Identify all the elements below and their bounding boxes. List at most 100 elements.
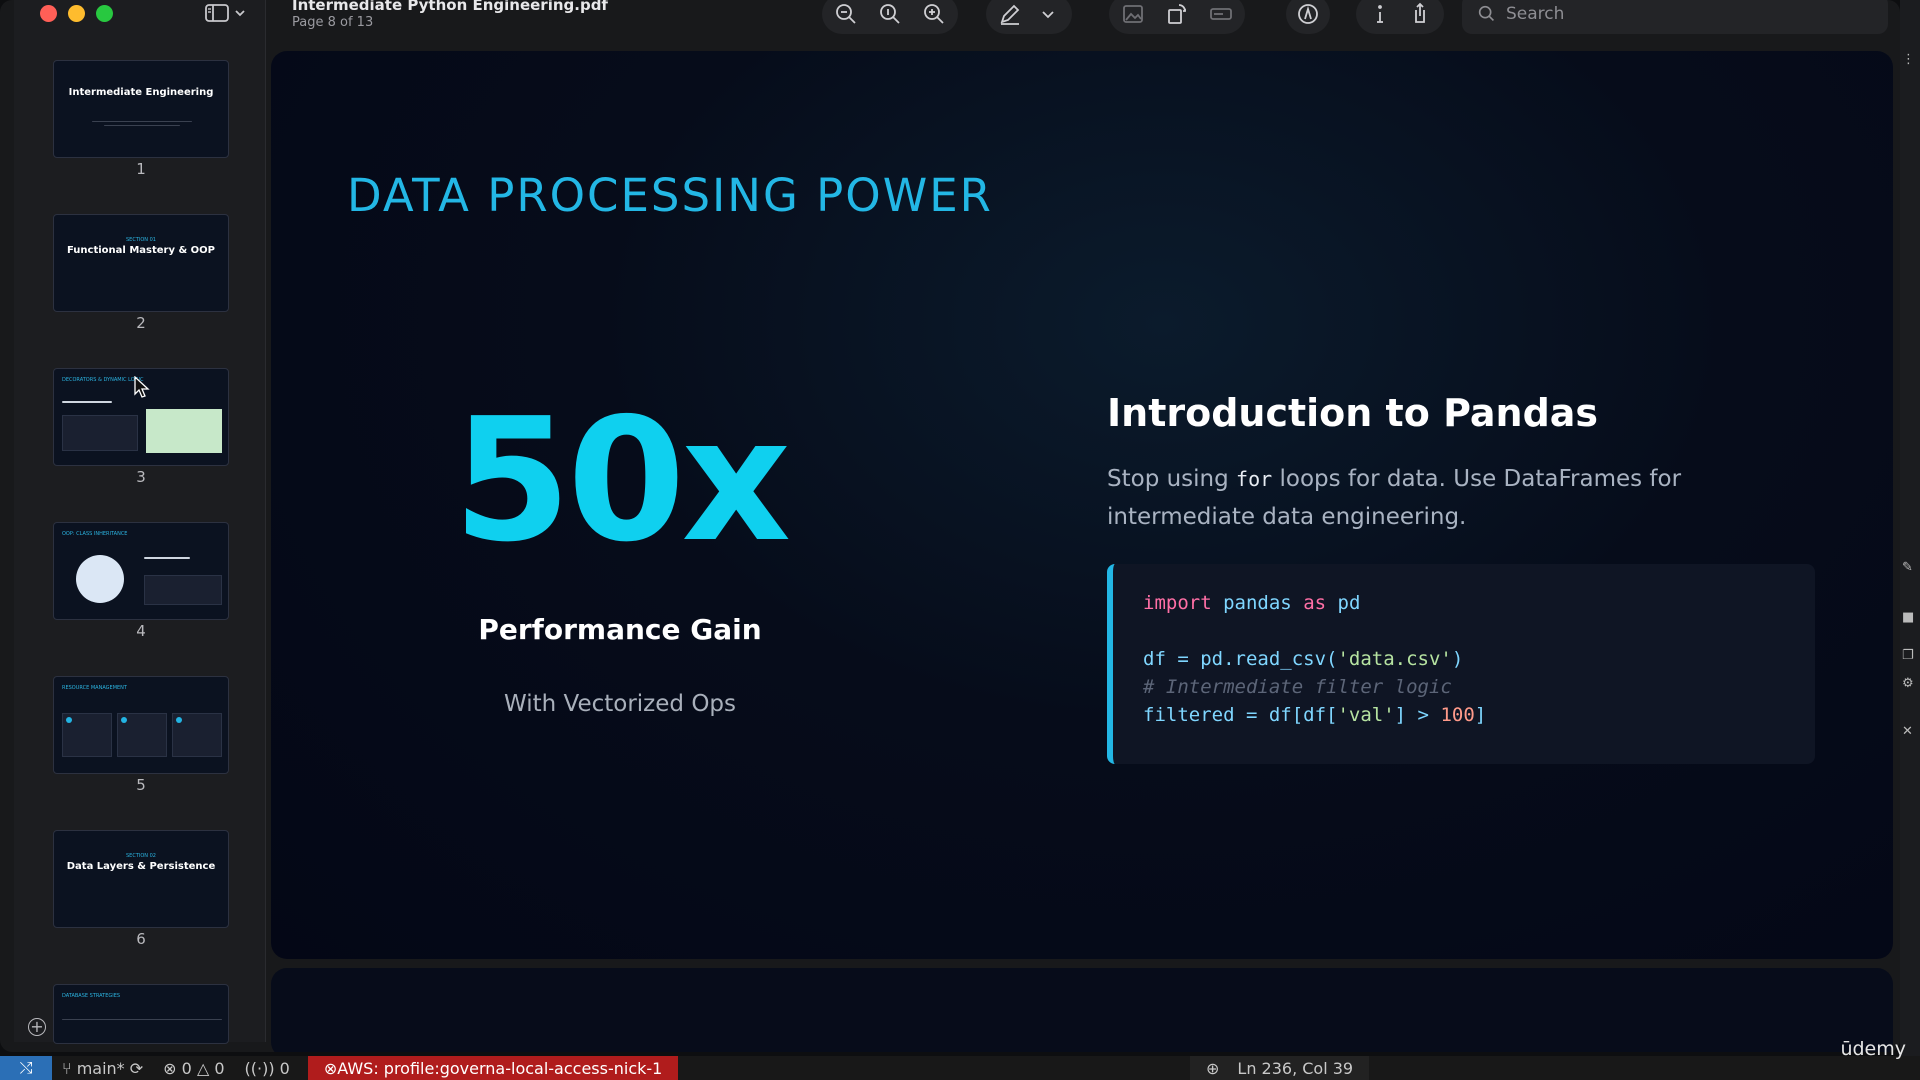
error-icon: ⊗ bbox=[163, 1058, 182, 1078]
thumbnail-section-label: DECORATORS & DYNAMIC LOGIC bbox=[62, 377, 144, 383]
thumbnail-text-line bbox=[92, 121, 192, 122]
info-button[interactable] bbox=[1364, 0, 1396, 30]
close-icon[interactable]: ✕ bbox=[1902, 724, 1916, 739]
thumbnail-code-box bbox=[62, 415, 138, 451]
code-token: ] bbox=[1474, 704, 1487, 726]
code-token: pd bbox=[1337, 592, 1361, 614]
thumbnail-page-1[interactable]: Intermediate Engineering bbox=[53, 60, 229, 158]
info-icon bbox=[1377, 5, 1383, 23]
zoom-controls bbox=[822, 0, 958, 34]
rotate-button[interactable] bbox=[1161, 0, 1193, 30]
git-branch[interactable]: ⑂ main* ⟳ bbox=[52, 1059, 153, 1078]
thumbnail-dot bbox=[66, 717, 72, 723]
thumbnail-code-box bbox=[144, 575, 222, 605]
remote-indicator[interactable]: ⤭ bbox=[0, 1056, 52, 1080]
code-token: ] > bbox=[1394, 704, 1441, 726]
window-controls bbox=[40, 5, 113, 22]
page-number: 5 bbox=[136, 776, 146, 794]
close-window-button[interactable] bbox=[40, 5, 57, 22]
remote-icon: ⤭ bbox=[19, 1058, 33, 1077]
thumbnail-diagram bbox=[76, 555, 124, 603]
cursor-position[interactable]: Ln 236, Col 39 bbox=[1237, 1059, 1353, 1078]
warning-icon: △ bbox=[196, 1058, 215, 1078]
code-token: df = pd.read_csv( bbox=[1143, 648, 1338, 670]
slide-heading: DATA PROCESSING POWER bbox=[347, 169, 993, 222]
branch-name: main* bbox=[76, 1058, 125, 1078]
thumbnail-text-line bbox=[62, 401, 112, 403]
chevron-down-icon bbox=[1042, 11, 1054, 19]
status-bar: ⤭ ⑂ main* ⟳ ⊗ 0 △ 0 ((·)) 0 ⊗ AWS: profi… bbox=[0, 1038, 1920, 1080]
branch-icon: ⑂ bbox=[62, 1058, 77, 1078]
settings-icon[interactable]: ⚙ bbox=[1902, 676, 1916, 691]
thumbnail-title: Intermediate Engineering bbox=[68, 87, 214, 98]
square-icon[interactable]: ■ bbox=[1902, 610, 1916, 625]
minimize-window-button[interactable] bbox=[68, 5, 85, 22]
zoom-out-button[interactable] bbox=[830, 0, 862, 30]
markup-menu-button[interactable] bbox=[1032, 0, 1064, 30]
annotate-button[interactable] bbox=[1292, 0, 1324, 30]
page-number: 3 bbox=[136, 468, 146, 486]
highlight-button[interactable] bbox=[994, 0, 1026, 30]
form-fill-button[interactable] bbox=[1205, 0, 1237, 30]
code-comment: # Intermediate filter logic bbox=[1143, 676, 1452, 698]
copy-icon[interactable]: ❐ bbox=[1902, 648, 1916, 663]
rotate-icon bbox=[1168, 4, 1186, 24]
actual-size-icon bbox=[880, 4, 900, 24]
share-icon bbox=[1415, 2, 1425, 23]
annotate-controls bbox=[1286, 0, 1330, 34]
code-block: import pandas as pd df = pd.read_csv('da… bbox=[1107, 564, 1815, 764]
sidebar-icon bbox=[205, 4, 229, 22]
warning-count: 0 bbox=[214, 1058, 225, 1078]
code-token: 'data.csv' bbox=[1337, 648, 1452, 670]
aws-profile-text: AWS: profile:governa-local-access-nick-1 bbox=[337, 1058, 663, 1078]
problems-indicator[interactable]: ⊗ 0 △ 0 bbox=[153, 1059, 234, 1078]
thumbnail-page-7[interactable]: DATABASE STRATEGIES bbox=[53, 984, 229, 1044]
thumbnail-sidebar: Intermediate Engineering 1 SECTION 01 Fu… bbox=[14, 0, 266, 1044]
pencil-icon bbox=[1000, 4, 1020, 25]
intro-title: Introduction to Pandas bbox=[1107, 391, 1599, 435]
search-input[interactable] bbox=[1506, 4, 1846, 24]
zoom-icon[interactable]: ⊕ bbox=[1206, 1059, 1219, 1078]
code-token: 'val' bbox=[1337, 704, 1395, 726]
edit-icon[interactable]: ✎ bbox=[1902, 560, 1916, 575]
aws-profile-indicator[interactable]: ⊗ AWS: profile:governa-local-access-nick… bbox=[307, 1056, 679, 1080]
cursor-position-area: ⊕ Ln 236, Col 39 bbox=[1190, 1056, 1370, 1080]
zoom-window-button[interactable] bbox=[96, 5, 113, 22]
page-number: 4 bbox=[136, 622, 146, 640]
zoom-in-button[interactable] bbox=[918, 0, 950, 30]
thumbnail-title: Functional Mastery & OOP bbox=[66, 245, 216, 256]
code-token: pandas bbox=[1223, 592, 1292, 614]
actual-size-button[interactable] bbox=[874, 0, 906, 30]
code-token: as bbox=[1303, 592, 1327, 614]
add-page-button[interactable]: + bbox=[28, 1018, 46, 1036]
broadcast-icon: ((·)) bbox=[244, 1058, 280, 1078]
code-token: 100 bbox=[1440, 704, 1475, 726]
code-token: ) bbox=[1451, 648, 1464, 670]
page-number: 6 bbox=[136, 930, 146, 948]
search-icon bbox=[1478, 5, 1495, 22]
thumbnail-dot bbox=[176, 717, 182, 723]
intro-text-part: Stop using bbox=[1107, 466, 1237, 492]
thumbnail-section-label: SECTION 02 bbox=[126, 853, 156, 859]
more-icon[interactable]: ⋮ bbox=[1902, 52, 1916, 67]
share-button[interactable] bbox=[1404, 0, 1436, 30]
code-token: import bbox=[1143, 592, 1212, 614]
zoom-in-icon bbox=[924, 4, 944, 24]
ports-count: 0 bbox=[279, 1058, 290, 1078]
zoom-out-icon bbox=[836, 4, 856, 24]
page-number: 2 bbox=[136, 314, 146, 332]
search-field[interactable] bbox=[1462, 0, 1888, 34]
thumbnail-dot bbox=[121, 717, 127, 723]
thumbnail-section-label: DATABASE STRATEGIES bbox=[62, 993, 121, 999]
ports-indicator[interactable]: ((·)) 0 bbox=[235, 1059, 300, 1078]
thumbnail-page-2[interactable]: SECTION 01 Functional Mastery & OOP bbox=[53, 214, 229, 312]
edit-controls bbox=[1109, 0, 1245, 34]
thumbnail-page-6[interactable]: SECTION 02 Data Layers & Persistence bbox=[53, 830, 229, 928]
insert-image-button[interactable] bbox=[1117, 0, 1149, 30]
sidebar-toggle-button[interactable] bbox=[204, 2, 246, 24]
document-title: Intermediate Python Engineering.pdf bbox=[292, 0, 608, 14]
thumbnail-page-5[interactable]: RESOURCE MANAGEMENT bbox=[53, 676, 229, 774]
thumbnail-page-4[interactable]: OOP: CLASS INHERITANCE bbox=[53, 522, 229, 620]
form-icon bbox=[1210, 8, 1232, 20]
mouse-cursor-icon bbox=[134, 376, 150, 398]
